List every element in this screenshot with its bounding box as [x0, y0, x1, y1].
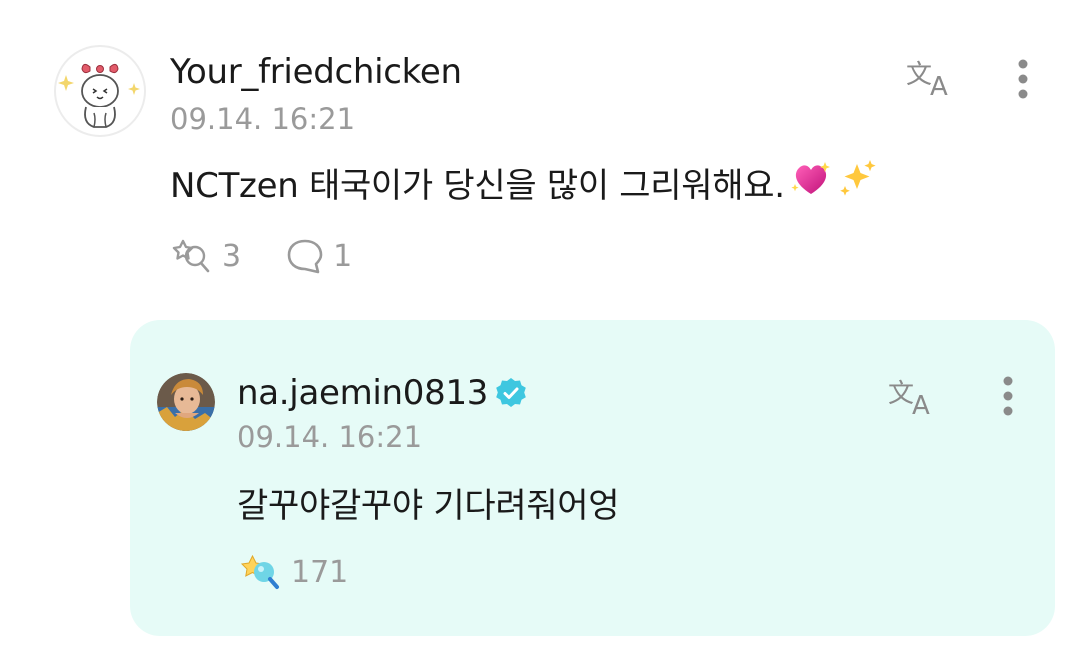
comment-timestamp: 09.14. 16:21 [170, 102, 356, 136]
sparkling-heart-emoji-icon [789, 158, 833, 207]
svg-text:A: A [930, 72, 948, 97]
colored-reaction-icon [240, 554, 279, 589]
svg-text:文: 文 [888, 379, 914, 409]
translate-button[interactable]: 文 A [900, 52, 960, 102]
profile-photo-avatar-icon [157, 373, 215, 431]
reaction-count: 3 [222, 238, 242, 274]
bunny-avatar-icon [58, 63, 140, 128]
reply-text: 갈꾸야갈꾸야 기다려줘어엉 [237, 486, 620, 526]
reply-button[interactable]: 1 [285, 237, 352, 275]
comment-item: Your_friedchicken 09.14. 16:21 NCTzen 태국… [0, 0, 1080, 300]
comment-username[interactable]: Your_friedchicken [170, 52, 462, 92]
reaction-icon [172, 239, 210, 273]
comment-actions: 3 1 [170, 234, 352, 278]
reply-username[interactable]: na.jaemin0813 [237, 373, 488, 413]
reply-timestamp: 09.14. 16:21 [237, 420, 423, 454]
reply-actions: 171 [237, 550, 348, 594]
reply-user-avatar[interactable] [157, 373, 215, 431]
reply-more-options-button[interactable] [990, 372, 1026, 420]
translate-icon: 文 A [906, 60, 948, 97]
reply-count: 1 [333, 238, 353, 274]
more-vertical-icon [1018, 59, 1028, 99]
comment-text: NCTzen 태국이가 당신을 많이 그리워해요. [170, 166, 785, 206]
comment-text-row: NCTzen 태국이가 당신을 많이 그리워해요. [170, 158, 877, 207]
comments-page: Your_friedchicken 09.14. 16:21 NCTzen 태국… [0, 0, 1080, 670]
verified-badge-icon [496, 378, 526, 407]
more-options-button[interactable] [1005, 55, 1041, 103]
translate-icon: 文 A [888, 379, 930, 416]
reaction-button[interactable]: 3 [170, 237, 241, 275]
sparkles-emoji-icon [837, 158, 877, 207]
more-vertical-icon [1003, 376, 1013, 416]
reply-reaction-count: 171 [291, 554, 349, 590]
user-avatar[interactable] [54, 45, 146, 137]
reply-username-row: na.jaemin0813 [237, 373, 528, 413]
svg-text:文: 文 [906, 60, 932, 90]
reply-card: na.jaemin0813 09.14. 16:21 갈꾸야갈꾸야 기다려줘어엉… [130, 320, 1055, 636]
reply-translate-button[interactable]: 文 A [882, 372, 942, 420]
svg-text:A: A [912, 391, 930, 416]
comment-bubble-icon [287, 239, 323, 274]
reply-reaction-button[interactable]: 171 [237, 552, 348, 592]
